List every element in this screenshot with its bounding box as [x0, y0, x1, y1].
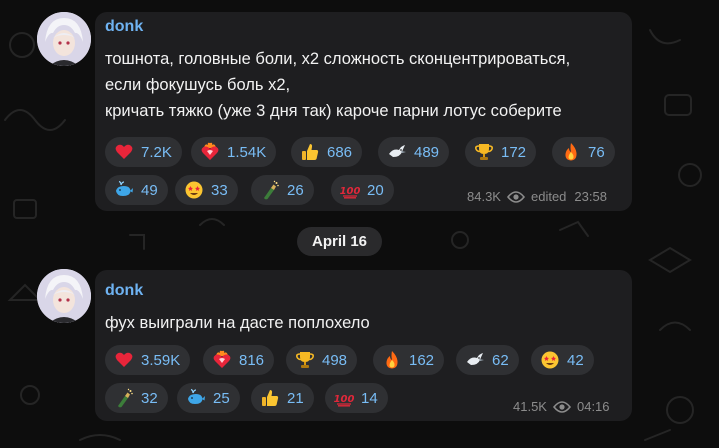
champagne-icon	[114, 388, 134, 408]
message-text: тошнота, головные боли, x2 сложность ско…	[105, 46, 570, 124]
reaction-button[interactable]: 686	[291, 137, 363, 167]
red-heart-icon	[114, 350, 134, 370]
reaction-count: 20	[367, 181, 384, 199]
reaction-button[interactable]: 21	[251, 383, 314, 413]
reaction-button[interactable]: 162	[373, 345, 445, 375]
reaction-button[interactable]: 172	[465, 137, 537, 167]
eye-icon	[506, 190, 525, 203]
message-author[interactable]: donk	[105, 18, 143, 36]
reaction-button[interactable]: 62	[456, 345, 519, 375]
reaction-count: 489	[414, 143, 440, 161]
reaction-count: 33	[211, 181, 228, 199]
avatar[interactable]	[37, 12, 91, 66]
thumbs-up-icon	[300, 142, 320, 162]
reaction-count: 162	[409, 351, 435, 369]
view-count: 41.5K	[513, 399, 547, 414]
fire-icon	[382, 350, 402, 370]
trophy-icon	[295, 350, 315, 370]
dove-icon	[387, 142, 407, 162]
star-struck-icon	[540, 350, 560, 370]
star-struck-icon	[184, 180, 204, 200]
reaction-count: 14	[361, 389, 378, 407]
reaction-button[interactable]: 489	[378, 137, 450, 167]
message-line: если фокушусь боль x2,	[105, 76, 291, 94]
reaction-button[interactable]: 816	[203, 345, 275, 375]
hundred-points-icon: 100	[334, 388, 354, 408]
reaction-count: 7.2K	[141, 143, 172, 161]
reaction-count: 1.54K	[227, 143, 267, 161]
view-count: 84.3K	[467, 189, 501, 204]
reaction-button[interactable]: 32	[105, 383, 168, 413]
whale-icon	[114, 180, 134, 200]
reaction-button[interactable]: 42	[531, 345, 594, 375]
reaction-count: 21	[287, 389, 304, 407]
message-meta: 41.5K 04:16	[513, 399, 610, 414]
message-text: фух выиграли на дасте поплохело	[105, 310, 370, 336]
heart-on-fire-icon	[200, 142, 220, 162]
thumbs-up-icon	[260, 388, 280, 408]
avatar[interactable]	[37, 269, 91, 323]
reaction-count: 42	[567, 351, 584, 369]
eye-icon	[552, 400, 571, 413]
reaction-count: 26	[287, 181, 304, 199]
edited-label: edited	[530, 189, 567, 204]
reaction-button[interactable]: 49	[105, 175, 168, 205]
message-line: фух выиграли на дасте поплохело	[105, 314, 370, 332]
reaction-count: 76	[588, 143, 605, 161]
heart-on-fire-icon	[212, 350, 232, 370]
message-line: кричать тяжко (уже 3 дня так) кароче пар…	[105, 102, 562, 120]
reaction-button[interactable]: 76	[552, 137, 615, 167]
reaction-button[interactable]: 100 20	[331, 175, 394, 205]
reaction-count: 62	[492, 351, 509, 369]
champagne-icon	[260, 180, 280, 200]
reaction-button[interactable]: 498	[286, 345, 358, 375]
reaction-count: 498	[322, 351, 348, 369]
fire-icon	[561, 142, 581, 162]
reaction-count: 3.59K	[141, 351, 181, 369]
message-author[interactable]: donk	[105, 282, 143, 300]
reaction-count: 49	[141, 181, 158, 199]
message-line: тошнота, головные боли, x2 сложность ско…	[105, 50, 571, 68]
reaction-button[interactable]: 33	[175, 175, 238, 205]
date-divider: April 16	[297, 227, 382, 256]
hundred-points-icon: 100	[340, 180, 360, 200]
reaction-count: 25	[213, 389, 230, 407]
reaction-button[interactable]: 1.54K	[191, 137, 277, 167]
reaction-count: 686	[327, 143, 353, 161]
message-time: 23:58	[574, 189, 607, 204]
reaction-count: 816	[239, 351, 265, 369]
reaction-button[interactable]: 7.2K	[105, 137, 182, 167]
red-heart-icon	[114, 142, 134, 162]
reaction-count: 172	[501, 143, 527, 161]
reaction-button[interactable]: 3.59K	[105, 345, 191, 375]
reaction-count: 32	[141, 389, 158, 407]
dove-icon	[465, 350, 485, 370]
reaction-button[interactable]: 25	[177, 383, 240, 413]
message-meta: 84.3K edited 23:58	[467, 189, 607, 204]
reaction-button[interactable]: 26	[251, 175, 314, 205]
whale-icon	[186, 388, 206, 408]
reaction-button[interactable]: 100 14	[325, 383, 388, 413]
trophy-icon	[474, 142, 494, 162]
message-time: 04:16	[576, 399, 610, 414]
